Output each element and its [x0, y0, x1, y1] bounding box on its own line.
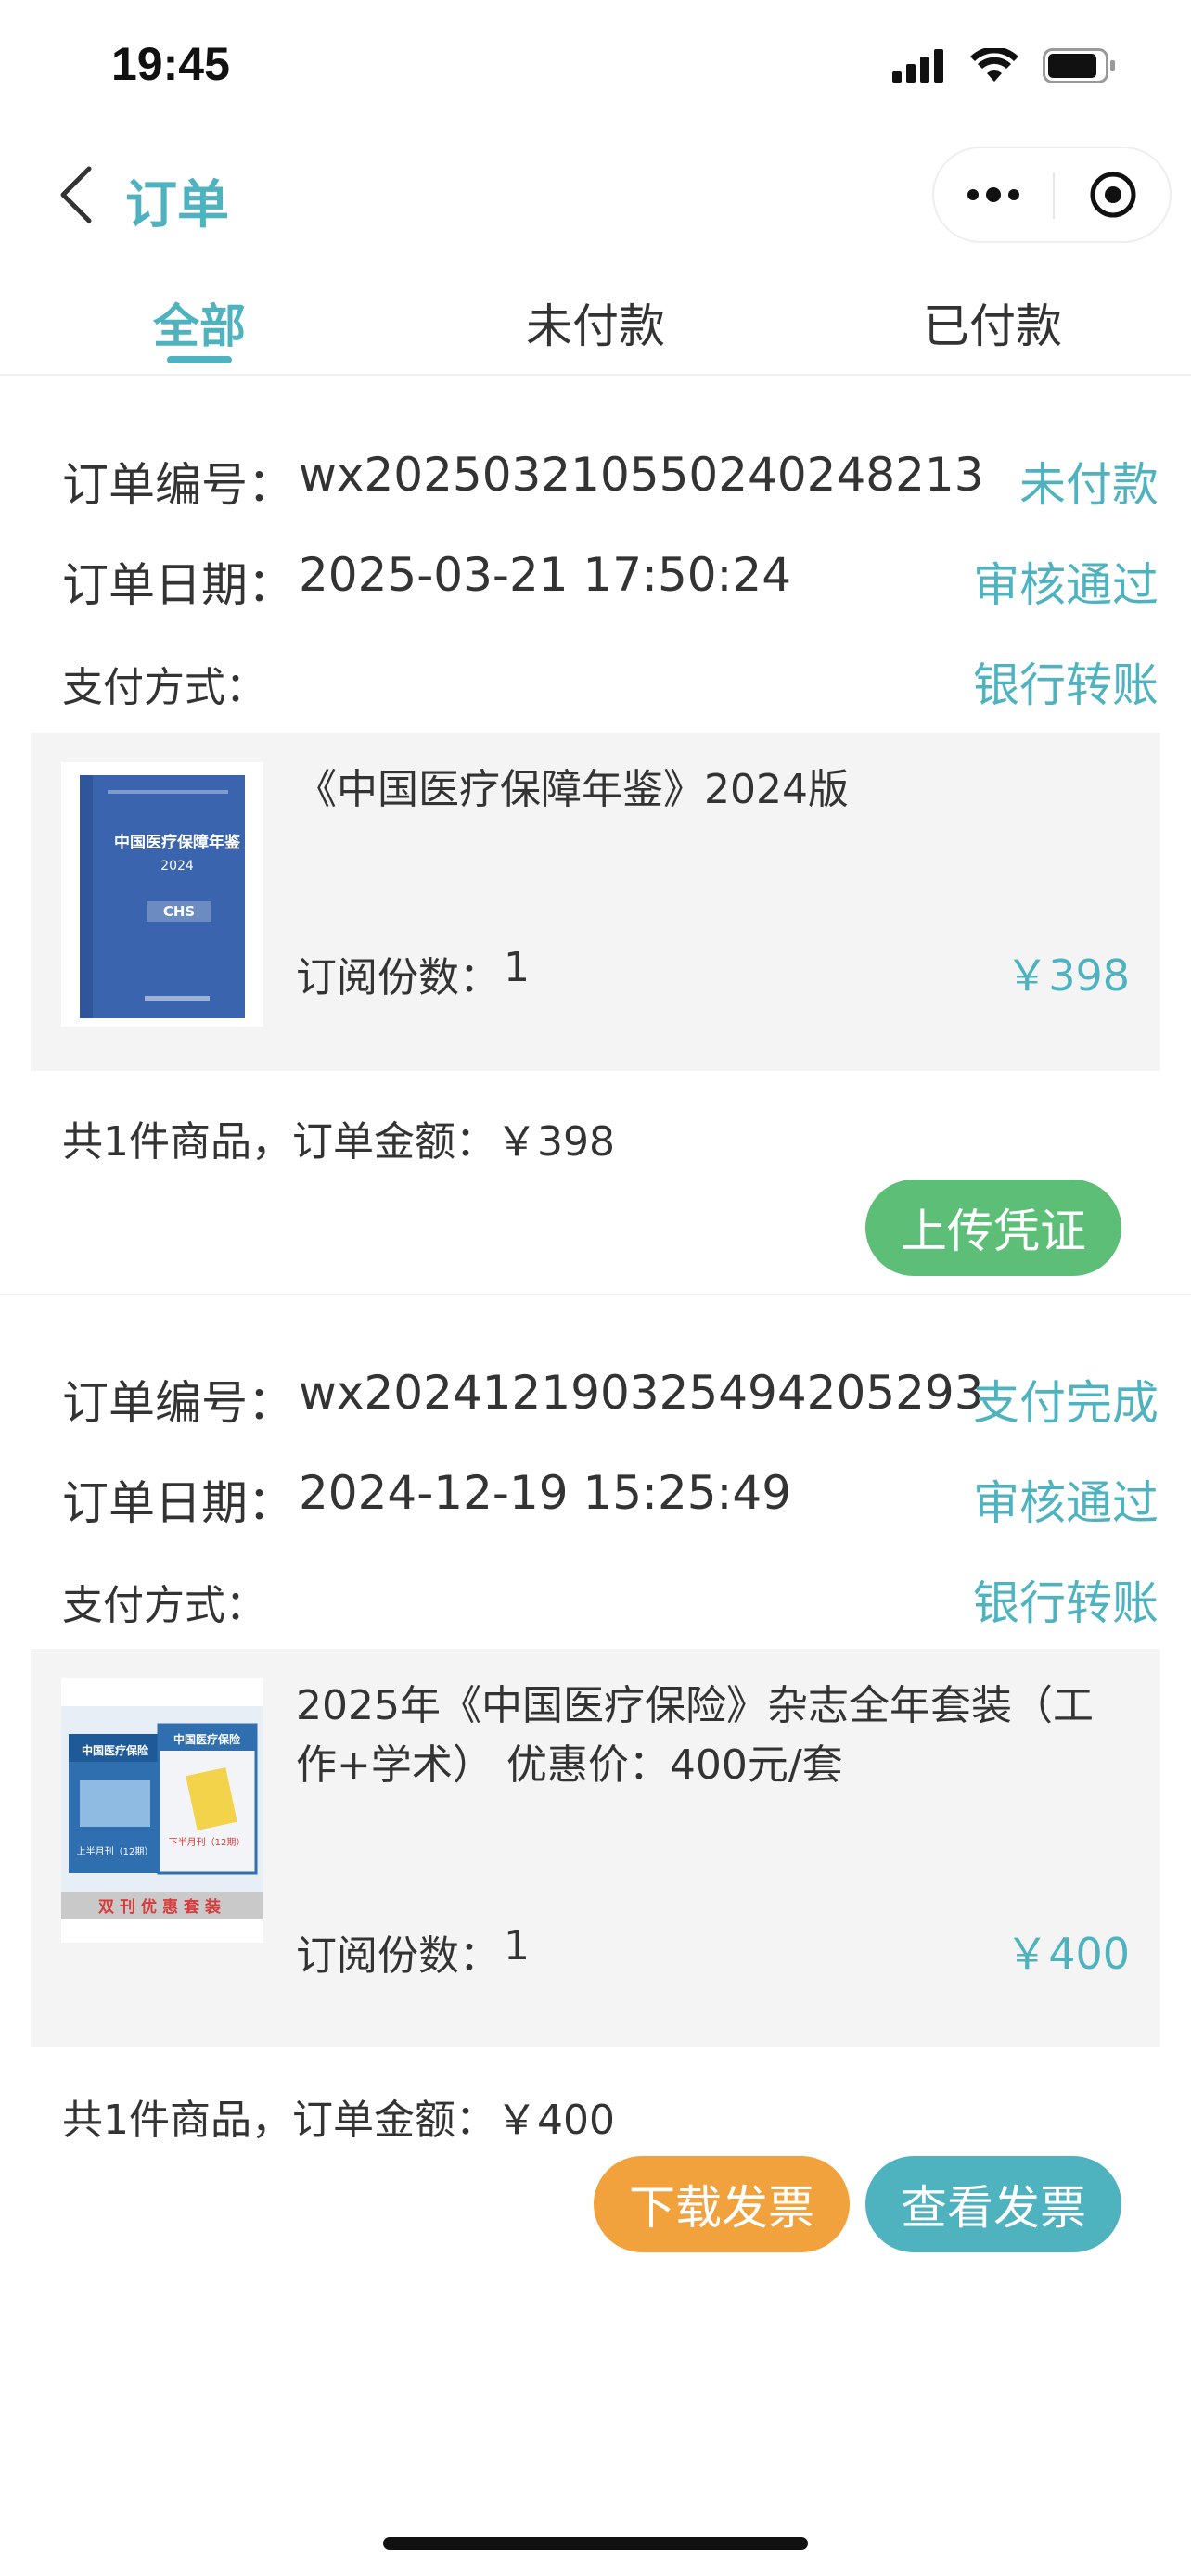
order-date-label: 订单日期： [62, 558, 294, 612]
order-number-row: 订单编号： wx202503210550240248213 未付款 [62, 448, 1159, 513]
qty-label: 订阅份数： [296, 1932, 500, 1980]
page-title: 订单 [125, 175, 229, 236]
svg-text:CHS: CHS [163, 903, 195, 920]
payment-row: 支付方式： 银行转账 [62, 1566, 1159, 1631]
order-card: 订单编号： wx202503210550240248213 未付款 订单日期： … [0, 376, 1191, 1294]
order-summary: 共1件商品，订单金额：￥400 [62, 2097, 615, 2144]
qty-value: 1 [504, 944, 530, 991]
order-date-label: 订单日期： [62, 1476, 294, 1530]
wifi-icon [970, 48, 1018, 82]
more-button[interactable] [934, 148, 1053, 241]
order-tabs: 全部 未付款 已付款 [0, 269, 1191, 376]
payment-label: 支付方式： [62, 664, 266, 711]
target-icon [1090, 172, 1136, 218]
magazine-bundle-image: 中国医疗保险 上半月刊（12期） 中国医疗保险 下半月刊（12期） 双刊优惠套装 [61, 1678, 263, 1943]
product-item[interactable]: 中国医疗保险 上半月刊（12期） 中国医疗保险 下半月刊（12期） 双刊优惠套装… [31, 1649, 1160, 2047]
active-tab-indicator [167, 356, 232, 363]
product-price: ￥398 [1005, 950, 1130, 1001]
qty-value: 1 [504, 1922, 530, 1970]
review-status: 审核通过 [973, 1476, 1159, 1530]
order-date-row: 订单日期： 2024-12-19 15:25:49 审核通过 [62, 1466, 1159, 1531]
order-date: 2025-03-21 17:50:24 [299, 548, 792, 602]
svg-text:双刊优惠套装: 双刊优惠套装 [98, 1897, 226, 1917]
product-name: 《中国医疗保障年鉴》2024版 [296, 766, 849, 813]
status-bar: 19:45 [0, 0, 1191, 130]
product-price: ￥400 [1005, 1929, 1130, 1979]
svg-text:2024: 2024 [160, 859, 194, 874]
order-number: wx202412190325494205293 [299, 1366, 984, 1420]
svg-text:中国医疗保险: 中国医疗保险 [173, 1732, 241, 1746]
order-number-row: 订单编号： wx202412190325494205293 支付完成 [62, 1366, 1159, 1431]
qty-label: 订阅份数： [296, 954, 500, 1001]
pay-status: 未付款 [1019, 458, 1159, 512]
svg-text:中国医疗保障年鉴: 中国医疗保障年鉴 [114, 833, 241, 852]
order-number-label: 订单编号： [62, 1376, 294, 1430]
order-number: wx202503210550240248213 [299, 448, 984, 502]
upload-voucher-button[interactable]: 上传凭证 [865, 1180, 1121, 1276]
pay-status: 支付完成 [973, 1376, 1159, 1430]
back-button[interactable] [48, 158, 104, 232]
mini-program-capsule [932, 147, 1172, 243]
product-name: 2025年《中国医疗保险》杂志全年套装（工作+学术） 优惠价：400元/套 [296, 1682, 1094, 1789]
status-time: 19:45 [111, 38, 230, 90]
more-icon [967, 189, 979, 200]
payment-method: 银行转账 [973, 1576, 1159, 1630]
product-item[interactable]: 中国医疗保障年鉴 2024 CHS 《中国医疗保障年鉴》2024版 订阅份数： … [31, 733, 1160, 1071]
signal-icon [892, 49, 943, 83]
payment-label: 支付方式： [62, 1582, 266, 1629]
svg-text:下半月刊（12期）: 下半月刊（12期） [169, 1836, 246, 1848]
order-number-label: 订单编号： [62, 458, 294, 512]
svg-text:上半月刊（12期）: 上半月刊（12期） [77, 1845, 154, 1857]
tab-paid[interactable]: 已付款 [872, 289, 1113, 356]
order-date-row: 订单日期： 2025-03-21 17:50:24 审核通过 [62, 548, 1159, 613]
order-date: 2024-12-19 15:25:49 [299, 1466, 792, 1520]
review-status: 审核通过 [973, 558, 1159, 612]
nav-bar: 订单 [0, 139, 1191, 250]
tab-all[interactable]: 全部 [79, 289, 320, 356]
product-cover: 中国医疗保障年鉴 2024 CHS [61, 762, 263, 1027]
battery-icon [1043, 48, 1115, 83]
payment-method: 银行转账 [973, 658, 1159, 712]
view-invoice-button[interactable]: 查看发票 [865, 2156, 1121, 2252]
status-icons [892, 48, 1117, 83]
book-cover-image: 中国医疗保障年鉴 2024 CHS [61, 762, 263, 1027]
order-card: 订单编号： wx202412190325494205293 支付完成 订单日期：… [0, 1294, 1191, 2267]
download-invoice-button[interactable]: 下载发票 [594, 2156, 850, 2252]
close-mini-program-button[interactable] [1055, 148, 1172, 241]
svg-text:中国医疗保险: 中国医疗保险 [82, 1743, 149, 1757]
tab-unpaid[interactable]: 未付款 [475, 289, 716, 356]
home-indicator[interactable] [383, 2537, 808, 2550]
product-cover: 中国医疗保险 上半月刊（12期） 中国医疗保险 下半月刊（12期） 双刊优惠套装 [61, 1678, 263, 1943]
chevron-left-icon [60, 166, 92, 223]
payment-row: 支付方式： 银行转账 [62, 648, 1159, 713]
order-summary: 共1件商品，订单金额：￥398 [62, 1118, 615, 1166]
